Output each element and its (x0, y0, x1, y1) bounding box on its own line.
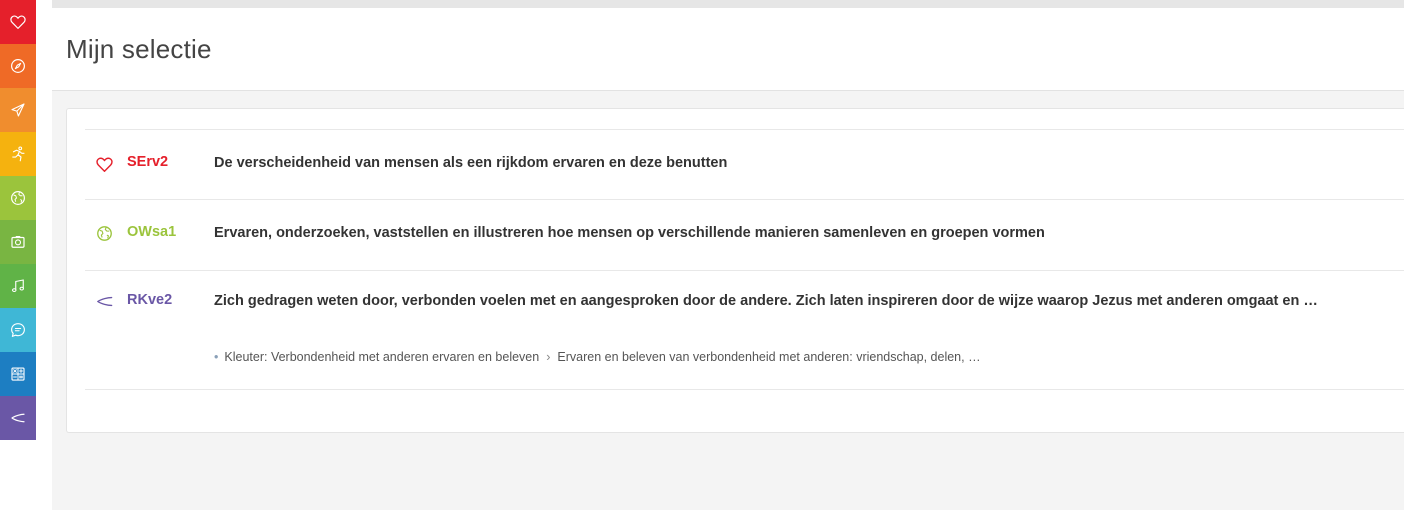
calculator-icon (11, 367, 25, 381)
heart-icon (94, 154, 114, 174)
list-item[interactable]: OWsa1 Ervaren, onderzoeken, vaststellen … (85, 199, 1404, 270)
goal-breadcrumb: • Kleuter: Verbondenheid met anderen erva… (214, 350, 1394, 364)
send-icon (11, 103, 25, 117)
sidebar-item-running[interactable] (0, 132, 36, 176)
sidebar (0, 0, 52, 510)
music-icon (11, 279, 24, 292)
globe-icon (94, 223, 114, 243)
page-header: Mijn selectie (52, 0, 1404, 91)
fish-icon (94, 291, 114, 311)
sidebar-item-heart[interactable] (0, 0, 36, 44)
goal-code[interactable]: SErv2 (127, 154, 168, 170)
sidebar-item-camera[interactable] (0, 220, 36, 264)
bullet: • (214, 350, 219, 364)
goal-description[interactable]: Ervaren, onderzoeken, vaststellen en ill… (214, 222, 1394, 244)
sidebar-item-music[interactable] (0, 264, 36, 308)
app: Mijn selectie SErv2 De verscheidenheid v… (0, 0, 1404, 510)
selection-list: SErv2 De verscheidenheid van mensen als … (85, 129, 1404, 390)
breadcrumb-level-1[interactable]: Kleuter: Verbondenheid met anderen ervar… (224, 350, 539, 364)
running-icon (12, 146, 25, 162)
fish-icon (11, 413, 25, 423)
list-item[interactable]: RKve2 Zich gedragen weten door, verbonde… (85, 270, 1404, 390)
sidebar-item-send[interactable] (0, 88, 36, 132)
sidebar-item-fish[interactable] (0, 396, 36, 440)
goal-description[interactable]: De verscheidenheid van mensen als een ri… (214, 152, 1394, 174)
compass-icon (11, 59, 25, 73)
sidebar-item-globe[interactable] (0, 176, 36, 220)
list-item[interactable]: SErv2 De verscheidenheid van mensen als … (85, 129, 1404, 199)
camera-icon (11, 236, 25, 248)
sidebar-item-calculator[interactable] (0, 352, 36, 396)
goal-code[interactable]: RKve2 (127, 292, 172, 308)
sidebar-item-chat[interactable] (0, 308, 36, 352)
selection-card: SErv2 De verscheidenheid van mensen als … (66, 108, 1404, 433)
page-title: Mijn selectie (66, 34, 212, 64)
goal-code[interactable]: OWsa1 (127, 224, 176, 240)
goal-description[interactable]: Zich gedragen weten door, verbonden voel… (214, 290, 1396, 312)
chevron-right-icon: › (546, 350, 551, 364)
globe-icon (11, 191, 25, 205)
heart-icon (10, 15, 26, 29)
breadcrumb-level-2[interactable]: Ervaren en beleven van verbondenheid met… (557, 350, 980, 364)
chat-icon (11, 323, 25, 337)
sidebar-item-compass[interactable] (0, 44, 36, 88)
